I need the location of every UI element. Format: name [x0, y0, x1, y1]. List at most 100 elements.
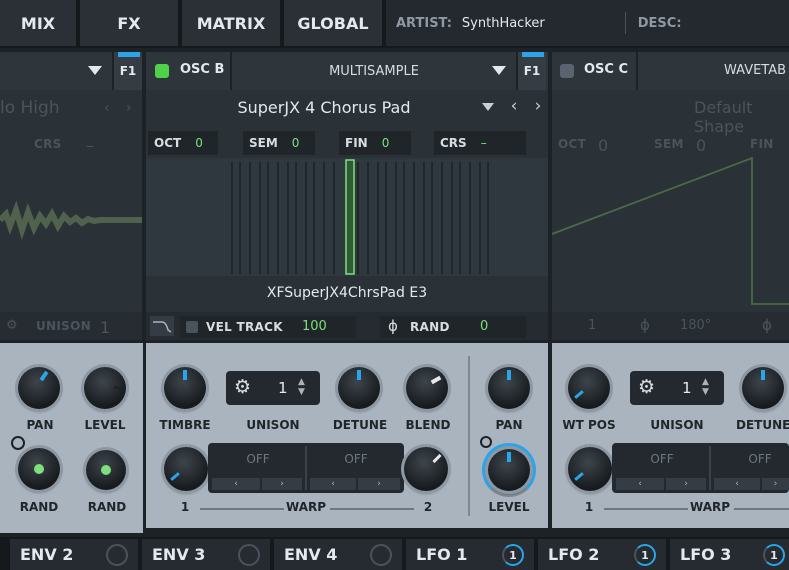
warp-2-prev-icon[interactable]: ‹: [310, 478, 356, 490]
blend-knob[interactable]: [406, 367, 448, 409]
artist-value[interactable]: SynthHacker: [462, 16, 545, 31]
divider: [636, 52, 638, 90]
nav-tab-matrix[interactable]: MATRIX: [182, 0, 282, 46]
desc-label: DESC:: [637, 15, 682, 31]
filter-active-bar: [118, 52, 140, 57]
phase-icon: ϕ: [388, 317, 398, 335]
stepper-arrows-icon[interactable]: ▲ ▼: [298, 377, 305, 397]
osc-b-keymap-display[interactable]: [146, 158, 548, 276]
tab-env-4[interactable]: ENV 4: [274, 539, 402, 570]
osc-c-warp-1-next-icon[interactable]: ›: [666, 478, 706, 490]
tab-lfo-2[interactable]: LFO 21: [538, 539, 666, 570]
mod-target-icon[interactable]: [11, 436, 25, 450]
osc-a-rand-knob-2[interactable]: [86, 450, 126, 490]
osc-c-warp-1-prev-icon[interactable]: ‹: [616, 478, 664, 490]
unison-value: 1: [278, 379, 288, 397]
filter-active-bar: [522, 52, 544, 57]
unison-label: UNISON: [246, 418, 300, 432]
rand-value[interactable]: 0: [480, 319, 488, 334]
osc-b-level-knob[interactable]: [488, 449, 530, 491]
timbre-knob[interactable]: [164, 367, 206, 409]
osc-b-sample-name: XFSuperJX4ChrsPad E3: [266, 285, 428, 301]
tab-env-3[interactable]: ENV 3: [142, 539, 270, 570]
warp-slot-1[interactable]: OFF: [218, 452, 298, 466]
osc-c-phase-value[interactable]: 180°: [680, 318, 711, 333]
divider: [709, 446, 711, 490]
env-3-ring-icon: [238, 544, 260, 566]
prev-preset-icon[interactable]: ‹: [104, 100, 110, 116]
osc-c-unison-stepper[interactable]: ⚙ 1 ▲ ▼: [630, 371, 724, 405]
gear-icon[interactable]: ⚙: [638, 376, 655, 398]
warp-2-knob[interactable]: [404, 447, 448, 491]
osc-b-preset-name[interactable]: SuperJX 4 Chorus Pad: [146, 92, 502, 122]
stepper-arrows-icon[interactable]: ▲ ▼: [702, 377, 709, 397]
osc-a-unison-label: UNISON: [36, 319, 91, 333]
warp-slot-2[interactable]: OFF: [316, 452, 396, 466]
osc-c-warp-1-knob[interactable]: [568, 447, 612, 491]
nav-tab-global[interactable]: GLOBAL: [284, 0, 384, 46]
osc-a-rand-knob-1[interactable]: [18, 448, 60, 490]
osc-b-pan-knob[interactable]: [488, 367, 530, 409]
osc-c-warp-slot-1[interactable]: OFF: [622, 452, 702, 466]
osc-c-oct-label: OCT: [558, 137, 587, 151]
vel-track-checkbox[interactable]: [186, 321, 198, 333]
mod-target-icon[interactable]: [480, 436, 492, 448]
tab-lfo-3[interactable]: LFO 31: [670, 539, 789, 570]
tab-env-2[interactable]: ENV 2: [10, 539, 138, 570]
detune-knob[interactable]: [338, 367, 380, 409]
gear-icon[interactable]: ⚙: [234, 376, 251, 398]
warp-1-knob[interactable]: [164, 447, 208, 491]
rand-label: RAND: [410, 320, 450, 334]
warp-label: WARP: [286, 500, 327, 514]
nav-tab-mix[interactable]: MIX: [0, 0, 78, 46]
lfo-2-ring-icon: 1: [634, 544, 656, 566]
osc-c-enable-toggle[interactable]: [560, 64, 574, 78]
osc-b-enable-toggle[interactable]: [155, 64, 169, 78]
lfo-3-ring-icon: 1: [763, 544, 785, 566]
unison-value: 1: [682, 379, 692, 397]
osc-c-wavetable-display[interactable]: [552, 150, 789, 310]
osc-b-oct-param[interactable]: OCT 0: [148, 131, 218, 155]
osc-b-sem-param[interactable]: SEM 0: [243, 131, 315, 155]
osc-c-detune-label: DETUNE: [736, 418, 789, 432]
osc-b-crs-param[interactable]: CRS –: [434, 131, 526, 155]
osc-a-pan-knob[interactable]: [18, 367, 60, 409]
type-dropdown-arrow-icon[interactable]: [88, 66, 102, 75]
warp-1-prev-icon[interactable]: ‹: [212, 478, 260, 490]
warp-2-next-icon[interactable]: ›: [358, 478, 400, 490]
prev-preset-icon[interactable]: ‹: [504, 96, 524, 120]
rand-param[interactable]: [380, 316, 526, 338]
filter-shape-icon[interactable]: [150, 316, 174, 336]
osc-b-fin-param[interactable]: FIN 0: [339, 131, 411, 155]
divider: [305, 446, 307, 490]
warp-left-label: 1: [180, 500, 190, 514]
divider: [468, 356, 470, 516]
osc-a-unison-value[interactable]: 1: [100, 318, 110, 337]
detune-label: DETUNE: [332, 418, 388, 432]
gear-icon[interactable]: ⚙: [6, 318, 18, 333]
nav-tab-fx[interactable]: FX: [80, 0, 180, 46]
next-preset-icon[interactable]: ›: [126, 100, 132, 116]
osc-c-type-dropdown[interactable]: WAVETAB: [724, 63, 786, 78]
osc-c-warp-2-prev-icon[interactable]: ‹: [714, 478, 760, 490]
osc-b-filter-button[interactable]: F1: [516, 52, 546, 90]
next-preset-icon[interactable]: ›: [528, 96, 548, 120]
osc-c-warp-slot-2[interactable]: OFF: [720, 452, 789, 466]
vel-track-value[interactable]: 100: [302, 319, 327, 334]
osc-c-detune-knob[interactable]: [742, 367, 784, 409]
osc-c-unison-label: UNISON: [650, 418, 704, 432]
osc-a-filter-button[interactable]: F1: [112, 52, 142, 90]
osc-a-rand-label-2: RAND: [87, 500, 127, 514]
type-dropdown-arrow-icon[interactable]: [492, 66, 506, 75]
osc-c-warp-2-next-icon[interactable]: ›: [762, 478, 789, 490]
osc-a-level-knob[interactable]: [84, 367, 126, 409]
osc-b-type-dropdown[interactable]: MULTISAMPLE: [232, 52, 516, 90]
osc-c-footer-value[interactable]: 1: [588, 318, 596, 333]
osc-c-title: OSC C: [584, 62, 629, 77]
unison-voices-stepper[interactable]: ⚙ 1 ▲ ▼: [226, 371, 320, 405]
warp-1-next-icon[interactable]: ›: [262, 478, 302, 490]
tab-lfo-1[interactable]: LFO 11: [406, 539, 534, 570]
osc-b-level-label: LEVEL: [488, 500, 530, 514]
wt-pos-knob[interactable]: [568, 367, 610, 409]
preset-dropdown-arrow-icon[interactable]: [482, 103, 494, 111]
